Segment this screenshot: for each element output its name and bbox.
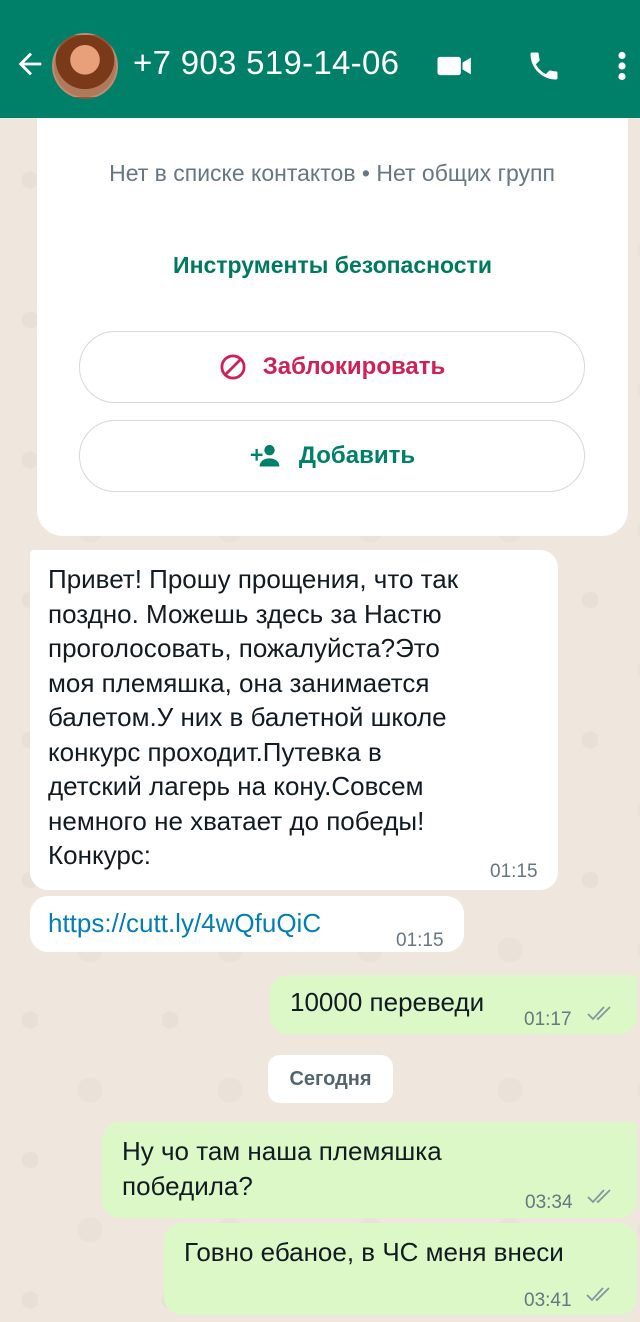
back-arrow-icon[interactable] xyxy=(10,44,50,84)
read-ticks-icon xyxy=(587,1189,611,1204)
message-time: 01:17 xyxy=(524,1009,572,1030)
message-text: 10000 переведи xyxy=(290,987,485,1017)
contact-info-card: ~ ok20300k Нет в списке контактов • Нет … xyxy=(37,100,628,536)
outgoing-message[interactable]: 10000 переведи 01:17 xyxy=(270,975,637,1034)
add-button-label: Добавить xyxy=(298,442,416,469)
chat-header: +7 903 519-14-06 xyxy=(0,0,640,118)
message-text: Ну чо там наша племяшка победила? xyxy=(122,1136,442,1201)
read-ticks-icon xyxy=(587,1006,611,1021)
add-contact-button[interactable]: Добавить xyxy=(79,420,585,492)
message-time: 01:15 xyxy=(490,861,538,882)
safety-tools-link[interactable]: Инструменты безопасности xyxy=(37,252,628,279)
read-ticks-icon xyxy=(586,1287,610,1302)
more-options-icon[interactable] xyxy=(600,44,640,88)
video-call-icon[interactable] xyxy=(433,44,477,88)
message-text: Привет! Прошу прощения, что так поздно. … xyxy=(48,564,459,870)
contact-status-text: Нет в списке контактов • Нет общих групп xyxy=(109,160,555,186)
add-person-icon xyxy=(250,444,280,467)
outgoing-message[interactable]: Говно ебаное, в ЧС меня внеси 03:41 xyxy=(164,1223,637,1315)
message-time: 03:34 xyxy=(525,1192,573,1213)
incoming-message[interactable]: https://cutt.ly/4wQfuQiC 01:15 xyxy=(30,896,464,952)
block-button-label: Заблокировать xyxy=(262,353,446,380)
contact-avatar[interactable] xyxy=(52,33,118,99)
block-icon xyxy=(220,354,246,380)
block-button[interactable]: Заблокировать xyxy=(79,331,585,403)
phone-call-icon[interactable] xyxy=(522,44,566,88)
message-time: 01:15 xyxy=(396,930,444,951)
contact-name[interactable]: +7 903 519-14-06 xyxy=(133,44,399,82)
date-divider: Сегодня xyxy=(268,1055,393,1103)
incoming-message[interactable]: Привет! Прошу прощения, что так поздно. … xyxy=(30,550,558,890)
message-text: Говно ебаное, в ЧС меня внеси xyxy=(184,1237,564,1267)
message-link[interactable]: https://cutt.ly/4wQfuQiC xyxy=(48,906,321,941)
outgoing-message[interactable]: Ну чо там наша племяшка победила? 03:34 xyxy=(102,1122,637,1218)
message-time: 03:41 xyxy=(524,1290,572,1311)
